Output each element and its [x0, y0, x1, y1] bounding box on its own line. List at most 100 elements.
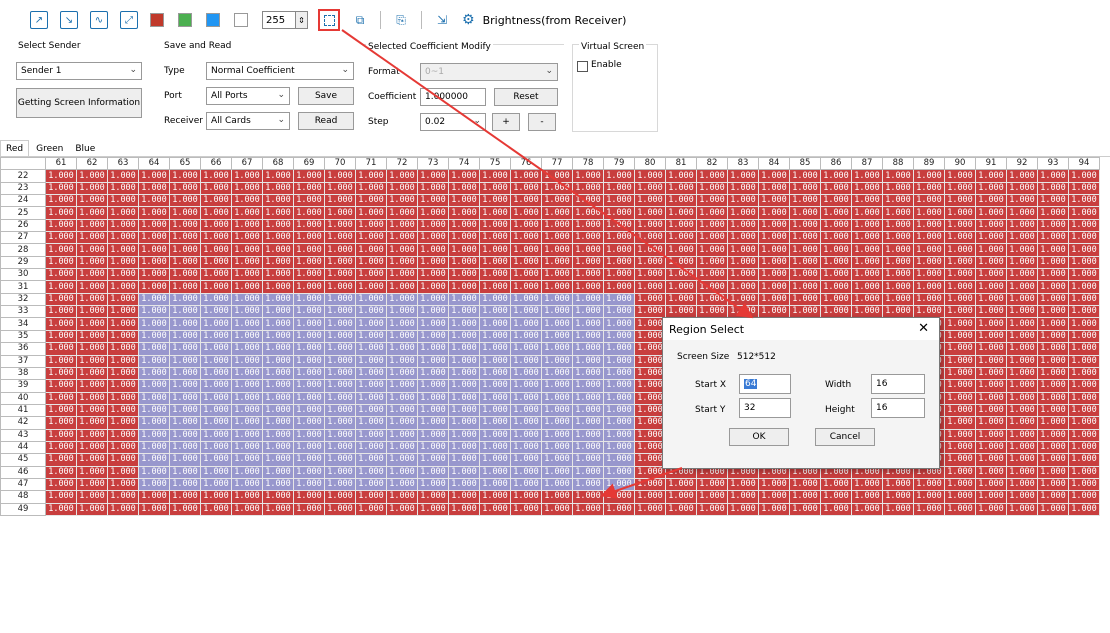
- step-dropdown[interactable]: 0.02 ⌄: [420, 113, 486, 131]
- column-header[interactable]: 87: [851, 157, 883, 171]
- grid-cell[interactable]: 1.000: [76, 255, 108, 270]
- grid-cell[interactable]: 1.000: [789, 181, 821, 196]
- grid-cell[interactable]: 1.000: [479, 194, 511, 208]
- selected-cell[interactable]: 1.000: [324, 354, 356, 368]
- grid-cell[interactable]: 1.000: [572, 169, 604, 183]
- port-dropdown[interactable]: All Ports ⌄: [206, 87, 290, 105]
- selected-cell[interactable]: 1.000: [386, 416, 418, 430]
- selected-cell[interactable]: 1.000: [479, 391, 511, 405]
- selected-cell[interactable]: 1.000: [510, 354, 542, 368]
- selected-cell[interactable]: 1.000: [355, 292, 387, 307]
- enable-checkbox[interactable]: [577, 61, 588, 72]
- grid-cell[interactable]: 1.000: [510, 255, 542, 270]
- selected-cell[interactable]: 1.000: [324, 366, 356, 381]
- grid-cell[interactable]: 1.000: [634, 206, 666, 220]
- grid-cell[interactable]: 1.000: [1037, 305, 1069, 319]
- selected-cell[interactable]: 1.000: [262, 379, 294, 393]
- grid-cell[interactable]: 1.000: [727, 194, 759, 208]
- grid-cell[interactable]: 1.000: [1068, 354, 1100, 368]
- selected-cell[interactable]: 1.000: [386, 292, 418, 307]
- grid-cell[interactable]: 1.000: [1006, 342, 1038, 356]
- selected-cell[interactable]: 1.000: [603, 342, 635, 356]
- grid-cell[interactable]: 1.000: [789, 280, 821, 294]
- grid-cell[interactable]: 1.000: [355, 255, 387, 270]
- selected-cell[interactable]: 1.000: [231, 354, 263, 368]
- grid-cell[interactable]: 1.000: [76, 342, 108, 356]
- grid-cell[interactable]: 1.000: [820, 502, 852, 516]
- grid-cell[interactable]: 1.000: [1006, 317, 1038, 331]
- row-header[interactable]: 40: [0, 391, 46, 405]
- grid-cell[interactable]: 1.000: [262, 194, 294, 208]
- selected-cell[interactable]: 1.000: [448, 292, 480, 307]
- coefficient-input[interactable]: 1.000000: [420, 88, 486, 106]
- selected-cell[interactable]: 1.000: [417, 317, 449, 331]
- grid-cell[interactable]: 1.000: [727, 255, 759, 270]
- grid-cell[interactable]: 1.000: [417, 243, 449, 257]
- selected-cell[interactable]: 1.000: [448, 305, 480, 319]
- grid-cell[interactable]: 1.000: [262, 206, 294, 220]
- grid-cell[interactable]: 1.000: [634, 268, 666, 282]
- selected-cell[interactable]: 1.000: [572, 440, 604, 455]
- grid-cell[interactable]: 1.000: [944, 490, 976, 504]
- grid-cell[interactable]: 1.000: [138, 490, 170, 504]
- grid-cell[interactable]: 1.000: [510, 218, 542, 233]
- grid-cell[interactable]: 1.000: [448, 218, 480, 233]
- selected-cell[interactable]: 1.000: [138, 329, 170, 344]
- grid-cell[interactable]: 1.000: [696, 477, 728, 492]
- grid-cell[interactable]: 1.000: [510, 490, 542, 504]
- grid-cell[interactable]: 1.000: [107, 366, 139, 381]
- selected-cell[interactable]: 1.000: [355, 453, 387, 467]
- selected-cell[interactable]: 1.000: [417, 342, 449, 356]
- grid-cell[interactable]: 1.000: [324, 206, 356, 220]
- grid-cell[interactable]: 1.000: [231, 181, 263, 196]
- grid-cell[interactable]: 1.000: [107, 268, 139, 282]
- grid-cell[interactable]: 1.000: [789, 218, 821, 233]
- row-header[interactable]: 33: [0, 305, 46, 319]
- selected-cell[interactable]: 1.000: [169, 440, 201, 455]
- grid-cell[interactable]: 1.000: [944, 342, 976, 356]
- grid-cell[interactable]: 1.000: [665, 292, 697, 307]
- selected-cell[interactable]: 1.000: [355, 416, 387, 430]
- grid-cell[interactable]: 1.000: [820, 194, 852, 208]
- selected-cell[interactable]: 1.000: [541, 317, 573, 331]
- grid-cell[interactable]: 1.000: [572, 206, 604, 220]
- grid-cell[interactable]: 1.000: [1037, 169, 1069, 183]
- grid-cell[interactable]: 1.000: [975, 181, 1007, 196]
- selected-cell[interactable]: 1.000: [417, 453, 449, 467]
- grid-cell[interactable]: 1.000: [696, 218, 728, 233]
- column-header[interactable]: 64: [138, 157, 170, 171]
- selected-cell[interactable]: 1.000: [448, 416, 480, 430]
- grid-cell[interactable]: 1.000: [448, 268, 480, 282]
- grid-cell[interactable]: 1.000: [510, 194, 542, 208]
- selected-cell[interactable]: 1.000: [355, 428, 387, 442]
- grid-cell[interactable]: 1.000: [324, 280, 356, 294]
- grid-cell[interactable]: 1.000: [1006, 305, 1038, 319]
- grid-cell[interactable]: 1.000: [1006, 428, 1038, 442]
- selected-cell[interactable]: 1.000: [324, 305, 356, 319]
- grid-cell[interactable]: 1.000: [944, 243, 976, 257]
- selected-cell[interactable]: 1.000: [324, 317, 356, 331]
- grid-cell[interactable]: 1.000: [231, 231, 263, 245]
- row-header[interactable]: 39: [0, 379, 46, 393]
- grid-cell[interactable]: 1.000: [386, 181, 418, 196]
- grid-cell[interactable]: 1.000: [882, 169, 914, 183]
- grid-cell[interactable]: 1.000: [200, 231, 232, 245]
- selected-cell[interactable]: 1.000: [324, 416, 356, 430]
- selected-cell[interactable]: 1.000: [355, 379, 387, 393]
- grid-cell[interactable]: 1.000: [386, 169, 418, 183]
- column-header[interactable]: 74: [448, 157, 480, 171]
- grid-cell[interactable]: 1.000: [665, 194, 697, 208]
- grid-cell[interactable]: 1.000: [913, 280, 945, 294]
- selected-cell[interactable]: 1.000: [138, 453, 170, 467]
- selected-cell[interactable]: 1.000: [169, 403, 201, 418]
- grid-cell[interactable]: 1.000: [944, 379, 976, 393]
- grid-cell[interactable]: 1.000: [975, 292, 1007, 307]
- grid-cell[interactable]: 1.000: [913, 255, 945, 270]
- grid-cell[interactable]: 1.000: [1037, 416, 1069, 430]
- grid-cell[interactable]: 1.000: [975, 490, 1007, 504]
- selected-cell[interactable]: 1.000: [169, 416, 201, 430]
- grid-cell[interactable]: 1.000: [107, 465, 139, 479]
- grid-cell[interactable]: 1.000: [107, 391, 139, 405]
- grid-cell[interactable]: 1.000: [665, 280, 697, 294]
- grid-cell[interactable]: 1.000: [138, 169, 170, 183]
